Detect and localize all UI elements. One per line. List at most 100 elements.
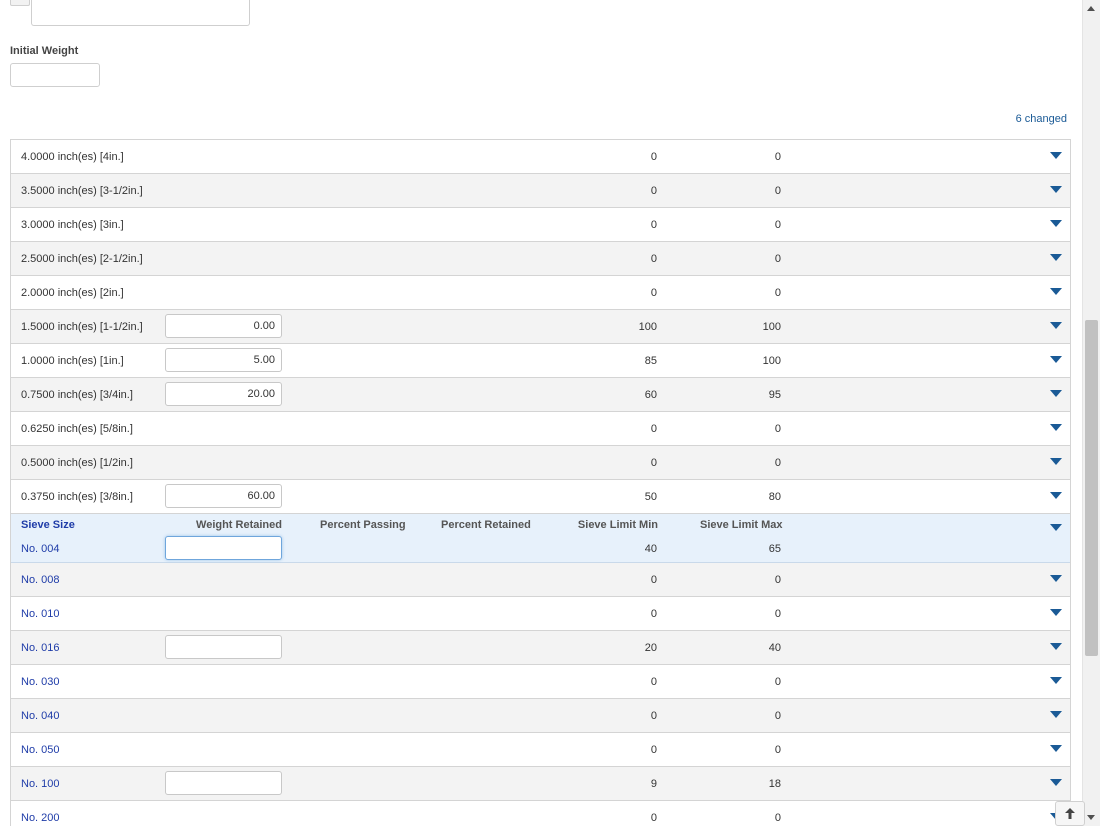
scroll-to-top-button[interactable] [1055,801,1085,826]
row-expand-chevron-icon[interactable] [1050,458,1062,465]
column-header-sieve-size: Sieve Size [21,519,75,531]
sieve-limit-max-cell: 100 [762,320,781,333]
sieve-size-cell: 1.0000 inch(es) [1in.] [21,354,124,367]
row-expand-chevron-icon[interactable] [1050,492,1062,499]
row-expand-chevron-icon[interactable] [1050,524,1062,531]
row-expand-chevron-icon[interactable] [1050,356,1062,363]
weight-retained-input[interactable] [165,771,282,795]
sieve-limit-min-cell: 40 [644,543,657,555]
sieve-limit-min-cell: 50 [644,490,657,503]
weight-retained-input[interactable] [165,536,282,560]
sieve-limit-max-cell: 0 [774,150,781,163]
sieve-limit-min-cell: 0 [650,607,657,620]
row-expand-chevron-icon[interactable] [1050,677,1062,684]
row-expand-chevron-icon[interactable] [1050,186,1062,193]
row-expand-chevron-icon[interactable] [1050,220,1062,227]
sieve-row: 4.0000 inch(es) [4in.] 0 0 [11,140,1070,174]
row-expand-chevron-icon[interactable] [1050,322,1062,329]
sieve-size-cell[interactable]: No. 030 [21,665,171,698]
row-expand-chevron-icon[interactable] [1050,711,1062,718]
sieve-row: 0.6250 inch(es) [5/8in.] 0 0 [11,412,1070,446]
sieve-size-cell: 2.5000 inch(es) [2-1/2in.] [21,252,143,265]
weight-retained-input[interactable] [165,382,282,406]
sieve-size-cell: 4.0000 inch(es) [4in.] [21,150,124,163]
scroll-up-arrow-icon[interactable] [1087,6,1095,11]
sieve-limit-min-cell: 0 [650,184,657,197]
sieve-size-cell[interactable]: No. 040 [21,699,171,732]
vertical-scrollbar[interactable] [1082,0,1100,826]
changed-count-link[interactable]: 6 changed [1016,113,1067,125]
sieve-header-row: Sieve Size Weight Retained Percent Passing… [11,514,1070,563]
row-expand-chevron-icon[interactable] [1050,152,1062,159]
sieve-limit-max-cell: 100 [762,354,781,367]
sieve-size-cell: 2.0000 inch(es) [2in.] [21,286,124,299]
previous-field-input[interactable] [31,0,250,26]
sieve-size-cell[interactable]: No. 010 [21,597,171,630]
sieve-size-cell: 0.5000 inch(es) [1/2in.] [21,456,133,469]
sieve-size-cell: 3.5000 inch(es) [3-1/2in.] [21,184,143,197]
row-expand-chevron-icon[interactable] [1050,745,1062,752]
row-expand-chevron-icon[interactable] [1050,424,1062,431]
sieve-limit-min-cell: 0 [650,218,657,231]
sieve-limit-max-cell: 0 [774,743,781,756]
scroll-down-arrow-icon[interactable] [1087,815,1095,820]
sieve-limit-min-cell: 20 [644,641,657,654]
sieve-limit-max-cell: 0 [774,218,781,231]
sieve-row: 2.0000 inch(es) [2in.] 0 0 [11,276,1070,310]
row-expand-chevron-icon[interactable] [1050,288,1062,295]
sieve-row: 0.5000 inch(es) [1/2in.] 0 0 [11,446,1070,480]
row-expand-chevron-icon[interactable] [1050,609,1062,616]
sieve-limit-max-cell: 0 [774,252,781,265]
sieve-grid: 4.0000 inch(es) [4in.] 0 0 3.5000 inch(es) … [10,139,1071,826]
sieve-limit-max-cell: 95 [768,388,781,401]
sieve-limit-min-cell: 0 [650,150,657,163]
weight-retained-input[interactable] [165,314,282,338]
collapsed-tab[interactable] [10,0,30,6]
row-expand-chevron-icon[interactable] [1050,779,1062,786]
sieve-size-cell[interactable]: No. 100 [21,767,171,800]
sieve-limit-min-cell: 0 [650,286,657,299]
sieve-size-cell[interactable]: No. 200 [21,801,171,826]
row-expand-chevron-icon[interactable] [1050,390,1062,397]
sieve-size-cell[interactable]: No. 050 [21,733,171,766]
column-header-percent-retained: Percent Retained [441,519,531,531]
sieve-limit-max-cell: 0 [774,422,781,435]
sieve-row: 1.5000 inch(es) [1-1/2in.] 100 100 [11,310,1070,344]
sieve-size-cell[interactable]: No. 004 [21,543,60,555]
sieve-limit-max-cell: 0 [774,573,781,586]
sieve-limit-min-cell: 60 [644,388,657,401]
sieve-analysis-panel: Initial Weight 6 changed 4.0000 inch(es)… [0,0,1082,826]
weight-retained-input[interactable] [165,348,282,372]
sieve-row: No. 200 0 0 [11,801,1070,826]
row-expand-chevron-icon[interactable] [1050,643,1062,650]
sieve-limit-max-cell: 18 [768,777,781,790]
initial-weight-input[interactable] [10,63,100,87]
sieve-limit-min-cell: 0 [650,675,657,688]
sieve-size-cell: 1.5000 inch(es) [1-1/2in.] [21,320,143,333]
sieve-size-cell: 0.6250 inch(es) [5/8in.] [21,422,133,435]
sieve-limit-min-cell: 100 [638,320,657,333]
sieve-limit-max-cell: 0 [774,184,781,197]
weight-retained-input[interactable] [165,635,282,659]
sieve-limit-min-cell: 0 [650,573,657,586]
sieve-limit-max-cell: 0 [774,709,781,722]
sieve-limit-min-cell: 0 [650,811,657,824]
weight-retained-input[interactable] [165,484,282,508]
sieve-limit-max-cell: 40 [768,641,781,654]
sieve-row: No. 010 0 0 [11,597,1070,631]
row-expand-chevron-icon[interactable] [1050,575,1062,582]
sieve-size-cell: 0.3750 inch(es) [3/8in.] [21,490,133,503]
sieve-limit-min-cell: 85 [644,354,657,367]
sieve-limit-min-cell: 0 [650,456,657,469]
sieve-limit-max-cell: 80 [768,490,781,503]
sieve-row: 0.3750 inch(es) [3/8in.] 50 80 [11,480,1070,514]
sieve-size-cell[interactable]: No. 008 [21,563,171,596]
sieve-size-cell[interactable]: No. 016 [21,631,171,664]
sieve-limit-min-cell: 0 [650,252,657,265]
sieve-row: No. 050 0 0 [11,733,1070,767]
row-expand-chevron-icon[interactable] [1050,254,1062,261]
sieve-limit-max-cell: 0 [774,675,781,688]
sieve-limit-min-cell: 0 [650,743,657,756]
sieve-limit-min-cell: 9 [650,777,657,790]
scrollbar-thumb[interactable] [1085,320,1098,656]
